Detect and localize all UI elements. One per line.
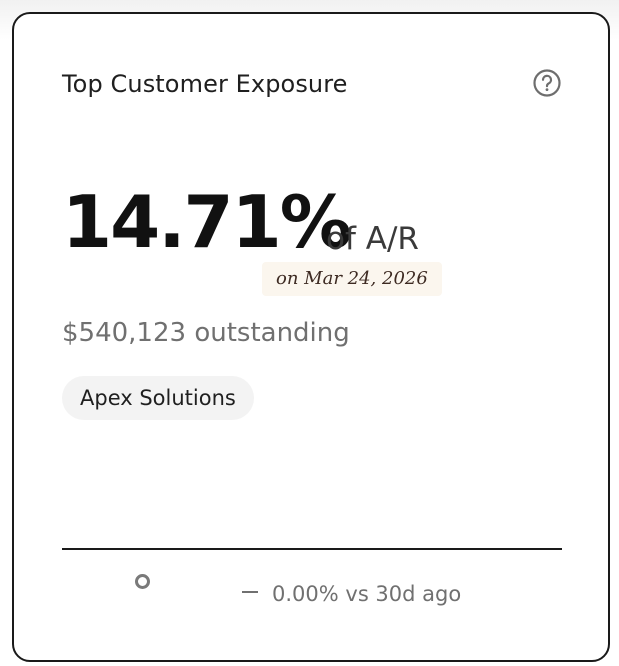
card-title: Top Customer Exposure xyxy=(62,70,348,98)
exposure-card: Top Customer Exposure 14.71% of A/R on M… xyxy=(12,12,610,662)
trend-indicator: 0.00% vs 30d ago xyxy=(242,582,461,606)
sparkline-baseline xyxy=(62,548,562,550)
as-of-date-badge: on Mar 24, 2026 xyxy=(262,262,442,296)
question-circle-icon xyxy=(533,69,561,97)
metric-unit: of A/R xyxy=(326,221,419,257)
trend-text: 0.00% vs 30d ago xyxy=(272,582,462,606)
help-icon[interactable] xyxy=(532,68,562,98)
customer-chip[interactable]: Apex Solutions xyxy=(62,376,254,420)
outstanding-amount: $540,123 outstanding xyxy=(62,318,350,348)
sparkline-point xyxy=(135,574,150,589)
metric-value: 14.71% xyxy=(62,180,352,264)
dash-icon xyxy=(242,591,258,593)
